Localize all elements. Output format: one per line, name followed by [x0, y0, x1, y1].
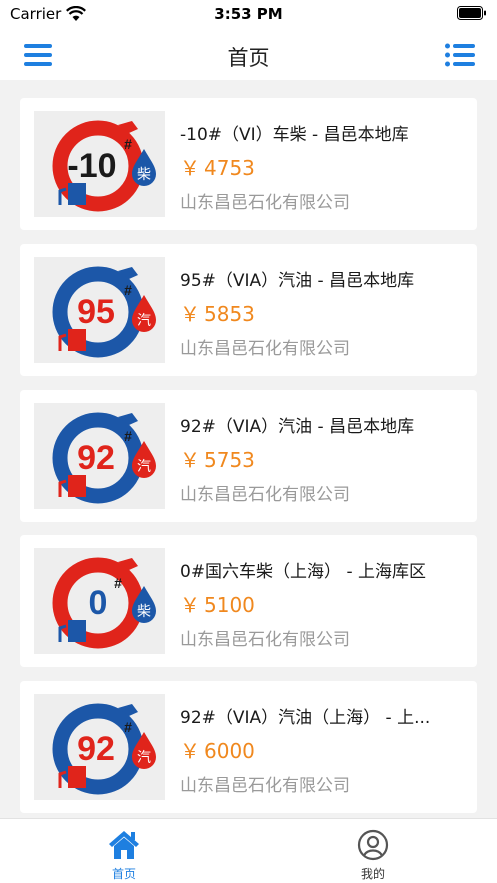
logo-fuel-text: 柴: [137, 167, 151, 183]
fuel-logo-image: 0 # 柴: [52, 557, 156, 649]
tab-mine-label: 我的: [360, 867, 385, 881]
svg-text:#: #: [124, 282, 132, 298]
tab-home[interactable]: 首页: [0, 819, 248, 883]
logo-grade-text: -10: [67, 147, 116, 185]
company-name: 山东昌邑石化有限公司: [180, 776, 350, 796]
product-name: -10#（VI）车柴 - 昌邑本地库: [180, 125, 409, 145]
product-card[interactable]: 95 # 汽 95#（VIA）汽油 - 昌邑本地库 ￥ 5853 山东昌邑石化有限…: [20, 244, 477, 376]
product-price: ￥ 5853: [180, 298, 255, 327]
product-list[interactable]: -10 # 柴 -10#（VI）车柴 - 昌邑本地库 ￥ 4753 山东昌邑石化有…: [0, 80, 497, 818]
svg-text:#: #: [114, 575, 122, 591]
tab-home-label: 首页: [111, 867, 136, 881]
fuel-diesel-logo: 0 # 柴: [34, 548, 165, 654]
product-price: ￥ 5100: [180, 589, 255, 618]
fuel-logo-image: 95 # 汽: [52, 266, 156, 358]
product-name: 92#（VIA）汽油（上海） - 上...: [180, 708, 431, 728]
fuel-diesel-logo: -10 # 柴: [34, 111, 165, 217]
product-card[interactable]: 92 # 汽 92#（VIA）汽油 - 昌邑本地库 ￥ 5753 山东昌邑石化有限…: [20, 390, 477, 522]
company-name: 山东昌邑石化有限公司: [180, 630, 350, 650]
product-name: 95#（VIA）汽油 - 昌邑本地库: [180, 271, 415, 291]
navigation-bar: 首页: [0, 30, 497, 80]
fuel-logo-image: 92 # 汽: [52, 412, 156, 504]
home-icon: [109, 831, 139, 859]
price-value: 4753: [204, 156, 255, 180]
app-screen: Carrier 3:53 PM 首页 -10 # 柴 -10#（VI）车柴 - …: [0, 0, 497, 883]
logo-fuel-text: 汽: [137, 750, 151, 766]
svg-text:#: #: [124, 719, 132, 735]
currency-symbol: ￥: [180, 156, 200, 180]
product-price: ￥ 5753: [180, 444, 255, 473]
page-title: 首页: [227, 46, 270, 70]
price-value: 5853: [204, 302, 255, 326]
currency-symbol: ￥: [180, 302, 200, 326]
product-card[interactable]: 92 # 汽 92#（VIA）汽油（上海） - 上... ￥ 6000 山东昌邑石…: [20, 681, 477, 813]
fuel-logo-image: -10 # 柴: [52, 120, 156, 212]
status-bar: Carrier 3:53 PM: [0, 0, 497, 30]
battery-icon: [457, 6, 486, 20]
logo-grade-text: 95: [77, 293, 115, 331]
tab-mine[interactable]: 我的: [249, 819, 497, 883]
logo-grade-text: 92: [77, 439, 115, 477]
fuel-logo-image: 92 # 汽: [52, 703, 156, 795]
product-name: 92#（VIA）汽油 - 昌邑本地库: [180, 417, 415, 437]
tab-bar: 首页 我的: [0, 818, 497, 883]
logo-grade-text: 0: [89, 584, 108, 622]
svg-text:#: #: [124, 136, 132, 152]
svg-text:#: #: [124, 428, 132, 444]
logo-fuel-text: 汽: [137, 459, 151, 475]
company-name: 山东昌邑石化有限公司: [180, 485, 350, 505]
logo-fuel-text: 柴: [137, 604, 151, 620]
product-card[interactable]: -10 # 柴 -10#（VI）车柴 - 昌邑本地库 ￥ 4753 山东昌邑石化有…: [20, 98, 477, 230]
fuel-gasoline-logo: 95 # 汽: [34, 257, 165, 363]
product-card[interactable]: 0 # 柴 0#国六车柴（上海） - 上海库区 ￥ 5100 山东昌邑石化有限公司: [20, 535, 477, 667]
price-value: 6000: [204, 739, 255, 763]
product-price: ￥ 6000: [180, 735, 255, 764]
currency-symbol: ￥: [180, 593, 200, 617]
logo-fuel-text: 汽: [137, 313, 151, 329]
company-name: 山东昌邑石化有限公司: [180, 339, 350, 359]
user-profile-icon: [357, 829, 389, 861]
product-price: ￥ 4753: [180, 152, 255, 181]
product-name: 0#国六车柴（上海） - 上海库区: [180, 562, 427, 582]
list-icon[interactable]: [445, 43, 475, 67]
status-time: 3:53 PM: [214, 5, 283, 23]
currency-symbol: ￥: [180, 739, 200, 763]
company-name: 山东昌邑石化有限公司: [180, 193, 350, 213]
fuel-gasoline-logo: 92 # 汽: [34, 694, 165, 800]
currency-symbol: ￥: [180, 448, 200, 472]
logo-grade-text: 92: [77, 730, 115, 768]
fuel-gasoline-logo: 92 # 汽: [34, 403, 165, 509]
price-value: 5100: [204, 593, 255, 617]
price-value: 5753: [204, 448, 255, 472]
